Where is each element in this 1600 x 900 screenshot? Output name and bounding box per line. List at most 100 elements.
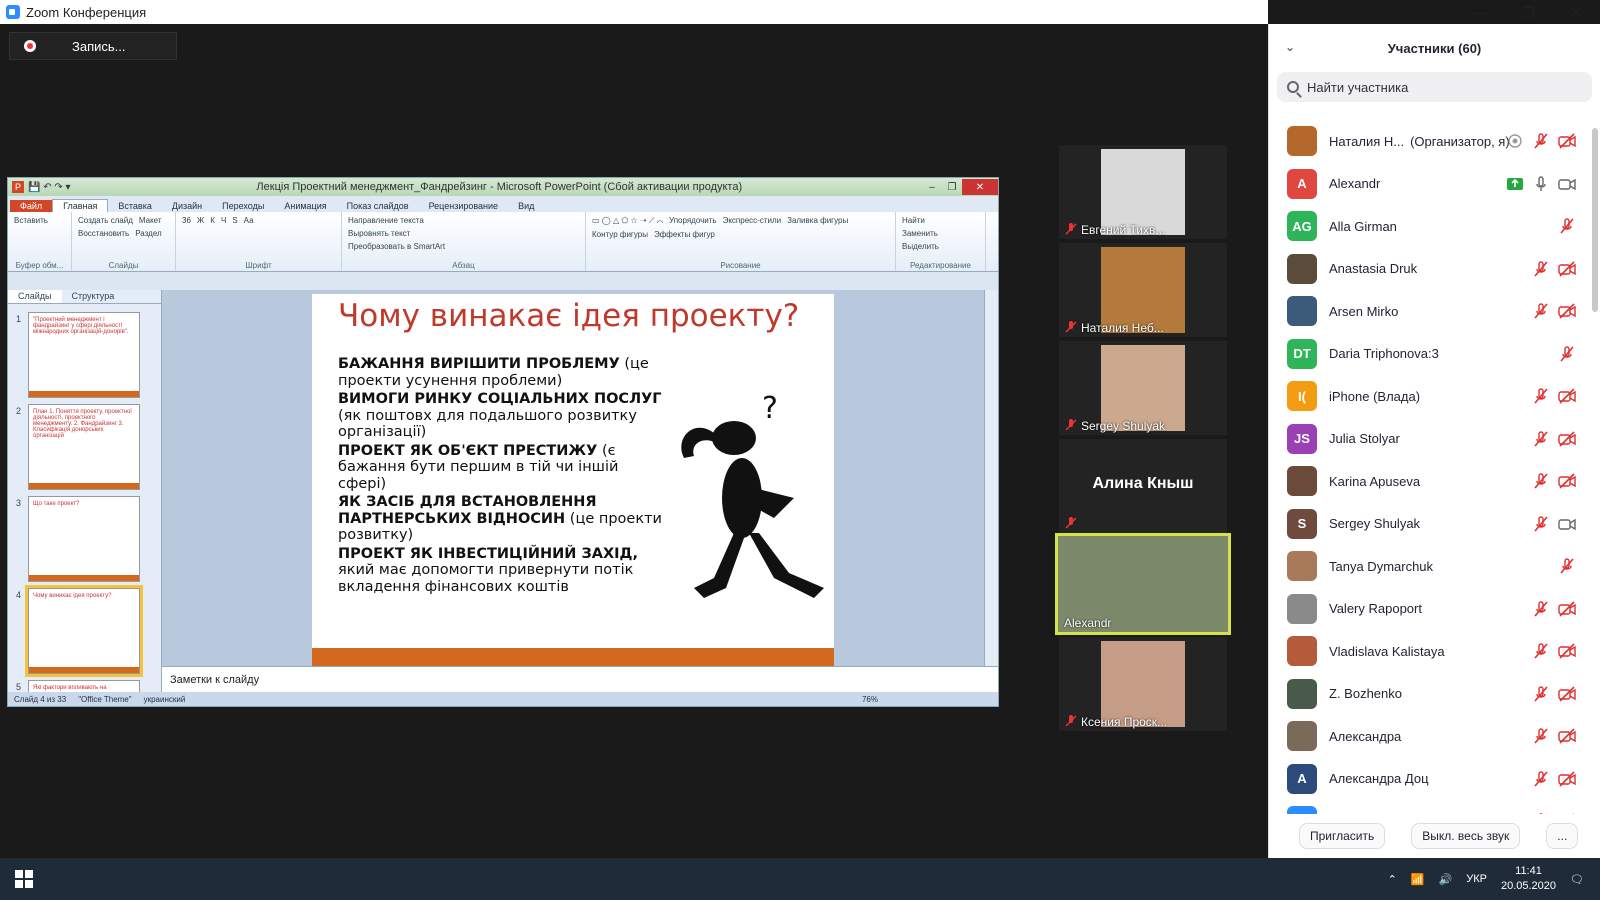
start-button[interactable] [0,858,48,900]
bold-button[interactable]: Ж [195,215,206,226]
tab-home[interactable]: Главная [52,199,109,212]
video-off-icon [1558,260,1576,277]
reset-button[interactable]: Восстановить [76,228,131,239]
participant-row[interactable]: A Alexandr [1269,163,1586,206]
invite-button[interactable]: Пригласить [1299,823,1386,849]
video-tile[interactable]: Ксения Проск... [1059,637,1227,731]
minimize-icon[interactable]: — [1456,0,1504,24]
arrange-button[interactable]: Упорядочить [667,215,719,227]
video-tile[interactable]: Наталия Неб... [1059,243,1227,337]
video-tile-active-speaker[interactable]: Alexandr [1055,533,1231,635]
tab-animation[interactable]: Анимация [274,200,336,212]
chevron-up-icon[interactable]: ⌃ [1388,873,1397,886]
participant-row[interactable]: S Sergey Shulyak [1269,503,1586,546]
font-size-box[interactable]: 36 [180,215,193,226]
group-label-paragraph: Абзац [452,261,475,270]
align-text-button[interactable]: Выровнять текст [346,228,581,239]
shape-outline-button[interactable]: Контур фигуры [590,229,650,240]
ppt-minimize-icon[interactable]: – [922,179,942,195]
participant-search[interactable]: Найти участника [1277,72,1592,102]
participant-row[interactable]: Tanya Dymarchuk [1269,545,1586,588]
tab-file[interactable]: Файл [10,200,53,212]
participant-name: Arsen Mirko [1329,303,1399,319]
ppt-restore-icon[interactable]: ❐ [942,179,962,195]
italic-button[interactable]: К [208,215,217,226]
slide-thumbnail[interactable]: "Проектний менеджмент і фандрайзинг у сф… [28,312,140,398]
find-button[interactable]: Найти [900,215,981,226]
slide-thumbnail[interactable]: План 1. Поняття проекту, проектної діяль… [28,404,140,490]
clock[interactable]: 11:41 20.05.2020 [1501,864,1556,894]
quick-access-toolbar[interactable]: 💾 ↶ ↷ ▾ [28,182,71,193]
text-direction-button[interactable]: Направление текста [346,215,581,226]
zoom-level[interactable]: 76% [862,695,878,704]
participant-row[interactable]: Александра [1269,715,1586,758]
ppt-close-icon[interactable]: ✕ [962,179,998,195]
shapes-gallery[interactable]: ▭ ◯ △ ⬠ ☆ ➝ ⟋ ⌒ [590,215,665,227]
tab-view[interactable]: Вид [508,200,544,212]
pane-tab-outline[interactable]: Структура [62,290,125,303]
underline-button[interactable]: Ч [219,215,228,226]
video-tile[interactable]: Евгений Тихв... [1059,145,1227,239]
convert-smartart-button[interactable]: Преобразовать в SmartArt [346,241,581,252]
paste-button[interactable]: Вставить [12,215,50,226]
network-icon[interactable]: 📶 [1411,873,1425,886]
tab-slideshow[interactable]: Показ слайдов [337,200,419,212]
participant-row[interactable]: I(iPhone (Влада) [1269,375,1586,418]
tab-review[interactable]: Рецензирование [419,200,509,212]
slide-thumbnail[interactable]: Що таке проект? [28,496,140,582]
video-off-icon [1558,303,1576,319]
close-icon[interactable]: ✕ [1552,0,1600,24]
mute-all-button[interactable]: Выкл. весь звук [1411,823,1521,849]
participant-row[interactable]: Vladislava Kalistaya [1269,630,1586,673]
new-slide-button[interactable]: Создать слайд [76,215,135,226]
video-off-icon [1558,643,1576,659]
notifications-icon[interactable]: 🗨 [1570,873,1584,886]
shadow-button[interactable]: S [230,215,239,226]
participant-row[interactable] [1269,800,1586,814]
shape-effects-button[interactable]: Эффекты фигур [652,229,717,240]
slide-bullet: ПРОЕКТ ЯК ІНВЕСТИЦІЙНИЙ ЗАХІД, який має … [338,545,638,595]
quick-styles-button[interactable]: Экспресс-стили [721,215,784,227]
section-button[interactable]: Раздел [133,228,163,239]
system-tray: ⌃ 📶 🔊 УКР 11:41 20.05.2020 🗨 [1388,858,1600,900]
participant-row[interactable]: Karina Apuseva [1269,460,1586,503]
participant-row[interactable]: Arsen Mirko [1269,290,1586,333]
current-slide[interactable]: Чому винакає ідея проекту? БАЖАННЯ ВИРІШ… [312,294,834,670]
change-case-button[interactable]: Аа [242,215,256,226]
participant-row[interactable]: DT Daria Triphonova:3 [1269,333,1586,376]
participant-row[interactable]: AG Alla Girman [1269,205,1586,248]
tab-design[interactable]: Дизайн [162,200,212,212]
volume-icon[interactable]: 🔊 [1439,873,1453,886]
slide-scrollbar[interactable] [984,290,998,666]
slide-bullet: ВИМОГИ РИНКУ СОЦІАЛЬНИХ ПОСЛУГ (як пошто… [338,391,662,441]
participant-row[interactable]: Наталия Н... (Организатор, я) [1269,120,1586,163]
participant-list-scrollbar[interactable] [1592,128,1598,312]
restore-icon[interactable]: ❐ [1504,0,1552,24]
participant-row[interactable]: Z. Bozhenko [1269,673,1586,716]
input-language[interactable]: УКР [1466,873,1487,885]
mic-off-icon [1065,517,1077,529]
video-tile[interactable]: Sergey Shulyak [1059,341,1227,435]
slide-notes[interactable]: Заметки к слайду [162,666,998,692]
layout-button[interactable]: Макет [137,215,164,226]
thumb-number: 1 [16,314,22,324]
participant-row[interactable]: A Александра Доц [1269,758,1586,801]
participant-row[interactable]: JS Julia Stolyar [1269,418,1586,461]
participant-row[interactable]: Anastasia Druk [1269,248,1586,291]
slide-thumbnail-selected[interactable]: Чому виникає ідея проекту? [25,585,143,677]
more-button[interactable]: ... [1546,823,1579,849]
replace-button[interactable]: Заменить [900,228,981,239]
participant-status-icons [1532,727,1576,745]
participant-name: Karina Apuseva [1329,473,1421,489]
pane-tab-slides[interactable]: Слайды [8,290,62,303]
recording-indicator[interactable]: Запись... [9,32,177,60]
select-button[interactable]: Выделить [900,241,981,252]
tab-insert[interactable]: Вставка [108,200,161,212]
shape-fill-button[interactable]: Заливка фигуры [785,215,850,227]
slide-thumbnail[interactable]: Які фактори впливають на [28,680,140,692]
participant-row[interactable]: Valery Rapoport [1269,588,1586,631]
tab-transitions[interactable]: Переходы [212,200,274,212]
chevron-down-icon[interactable]: ⌄ [1285,40,1295,54]
video-tile[interactable]: Алина Кныш [1059,439,1227,533]
participant-name: Александра Доц [1329,771,1429,787]
